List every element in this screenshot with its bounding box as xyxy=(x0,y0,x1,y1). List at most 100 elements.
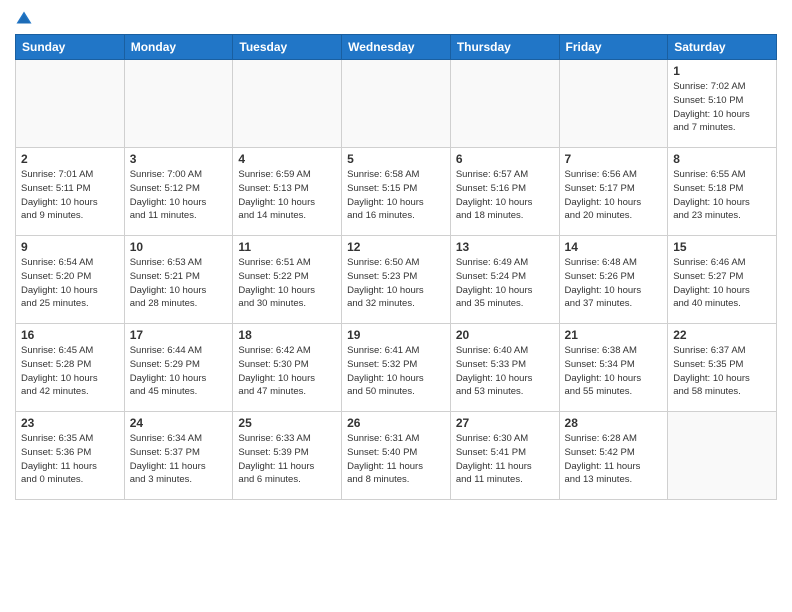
day-number: 22 xyxy=(673,328,771,342)
calendar-cell: 27 Sunrise: 6:30 AM Sunset: 5:41 PM Dayli… xyxy=(450,412,559,500)
day-number: 11 xyxy=(238,240,336,254)
calendar-cell: 10 Sunrise: 6:53 AM Sunset: 5:21 PM Dayli… xyxy=(124,236,233,324)
day-info: Sunrise: 6:42 AM Sunset: 5:30 PM Dayligh… xyxy=(238,344,336,399)
week-row-5: 23 Sunrise: 6:35 AM Sunset: 5:36 PM Dayli… xyxy=(16,412,777,500)
logo xyxy=(15,10,37,28)
day-info: Sunrise: 6:57 AM Sunset: 5:16 PM Dayligh… xyxy=(456,168,554,223)
calendar-cell: 15 Sunrise: 6:46 AM Sunset: 5:27 PM Dayli… xyxy=(668,236,777,324)
day-number: 9 xyxy=(21,240,119,254)
calendar-cell xyxy=(342,60,451,148)
calendar-cell: 26 Sunrise: 6:31 AM Sunset: 5:40 PM Dayli… xyxy=(342,412,451,500)
day-info: Sunrise: 6:34 AM Sunset: 5:37 PM Dayligh… xyxy=(130,432,228,487)
day-info: Sunrise: 6:37 AM Sunset: 5:35 PM Dayligh… xyxy=(673,344,771,399)
day-number: 27 xyxy=(456,416,554,430)
weekday-header-tuesday: Tuesday xyxy=(233,35,342,60)
day-info: Sunrise: 6:53 AM Sunset: 5:21 PM Dayligh… xyxy=(130,256,228,311)
calendar-cell: 13 Sunrise: 6:49 AM Sunset: 5:24 PM Dayli… xyxy=(450,236,559,324)
day-info: Sunrise: 6:41 AM Sunset: 5:32 PM Dayligh… xyxy=(347,344,445,399)
calendar-cell xyxy=(559,60,668,148)
week-row-1: 1 Sunrise: 7:02 AM Sunset: 5:10 PM Daylig… xyxy=(16,60,777,148)
day-number: 19 xyxy=(347,328,445,342)
calendar-cell: 12 Sunrise: 6:50 AM Sunset: 5:23 PM Dayli… xyxy=(342,236,451,324)
day-info: Sunrise: 6:46 AM Sunset: 5:27 PM Dayligh… xyxy=(673,256,771,311)
day-number: 17 xyxy=(130,328,228,342)
day-info: Sunrise: 6:56 AM Sunset: 5:17 PM Dayligh… xyxy=(565,168,663,223)
calendar-cell: 3Sunrise: 7:00 AM Sunset: 5:12 PM Daylig… xyxy=(124,148,233,236)
day-number: 25 xyxy=(238,416,336,430)
day-number: 12 xyxy=(347,240,445,254)
weekday-header-thursday: Thursday xyxy=(450,35,559,60)
day-info: Sunrise: 6:31 AM Sunset: 5:40 PM Dayligh… xyxy=(347,432,445,487)
day-info: Sunrise: 6:44 AM Sunset: 5:29 PM Dayligh… xyxy=(130,344,228,399)
calendar-cell: 6 Sunrise: 6:57 AM Sunset: 5:16 PM Daylig… xyxy=(450,148,559,236)
calendar-cell: 9 Sunrise: 6:54 AM Sunset: 5:20 PM Daylig… xyxy=(16,236,125,324)
day-number: 20 xyxy=(456,328,554,342)
calendar-table: SundayMondayTuesdayWednesdayThursdayFrid… xyxy=(15,34,777,500)
day-number: 18 xyxy=(238,328,336,342)
calendar-cell: 4 Sunrise: 6:59 AM Sunset: 5:13 PM Daylig… xyxy=(233,148,342,236)
calendar-cell: 22 Sunrise: 6:37 AM Sunset: 5:35 PM Dayli… xyxy=(668,324,777,412)
day-info: Sunrise: 6:45 AM Sunset: 5:28 PM Dayligh… xyxy=(21,344,119,399)
calendar-cell: 16 Sunrise: 6:45 AM Sunset: 5:28 PM Dayli… xyxy=(16,324,125,412)
day-info: Sunrise: 6:58 AM Sunset: 5:15 PM Dayligh… xyxy=(347,168,445,223)
day-info: Sunrise: 6:59 AM Sunset: 5:13 PM Dayligh… xyxy=(238,168,336,223)
calendar-cell: 7 Sunrise: 6:56 AM Sunset: 5:17 PM Daylig… xyxy=(559,148,668,236)
day-number: 21 xyxy=(565,328,663,342)
calendar-cell: 23 Sunrise: 6:35 AM Sunset: 5:36 PM Dayli… xyxy=(16,412,125,500)
day-info: Sunrise: 6:38 AM Sunset: 5:34 PM Dayligh… xyxy=(565,344,663,399)
day-number: 1 xyxy=(673,64,771,78)
day-info: Sunrise: 6:50 AM Sunset: 5:23 PM Dayligh… xyxy=(347,256,445,311)
calendar-cell xyxy=(233,60,342,148)
day-number: 8 xyxy=(673,152,771,166)
calendar-cell: 11 Sunrise: 6:51 AM Sunset: 5:22 PM Dayli… xyxy=(233,236,342,324)
day-info: Sunrise: 6:54 AM Sunset: 5:20 PM Dayligh… xyxy=(21,256,119,311)
day-info: Sunrise: 7:02 AM Sunset: 5:10 PM Dayligh… xyxy=(673,80,771,135)
weekday-header-friday: Friday xyxy=(559,35,668,60)
calendar-cell: 8 Sunrise: 6:55 AM Sunset: 5:18 PM Daylig… xyxy=(668,148,777,236)
week-row-4: 16 Sunrise: 6:45 AM Sunset: 5:28 PM Dayli… xyxy=(16,324,777,412)
day-number: 13 xyxy=(456,240,554,254)
day-info: Sunrise: 6:28 AM Sunset: 5:42 PM Dayligh… xyxy=(565,432,663,487)
day-number: 26 xyxy=(347,416,445,430)
calendar-cell: 18 Sunrise: 6:42 AM Sunset: 5:30 PM Dayli… xyxy=(233,324,342,412)
calendar-cell xyxy=(450,60,559,148)
day-info: Sunrise: 6:40 AM Sunset: 5:33 PM Dayligh… xyxy=(456,344,554,399)
day-number: 10 xyxy=(130,240,228,254)
weekday-header-row: SundayMondayTuesdayWednesdayThursdayFrid… xyxy=(16,35,777,60)
calendar-cell: 20 Sunrise: 6:40 AM Sunset: 5:33 PM Dayli… xyxy=(450,324,559,412)
day-number: 5 xyxy=(347,152,445,166)
day-number: 3 xyxy=(130,152,228,166)
calendar-cell xyxy=(668,412,777,500)
header xyxy=(15,10,777,28)
week-row-3: 9 Sunrise: 6:54 AM Sunset: 5:20 PM Daylig… xyxy=(16,236,777,324)
calendar-cell: 14Sunrise: 6:48 AM Sunset: 5:26 PM Dayli… xyxy=(559,236,668,324)
day-info: Sunrise: 6:51 AM Sunset: 5:22 PM Dayligh… xyxy=(238,256,336,311)
weekday-header-saturday: Saturday xyxy=(668,35,777,60)
day-info: Sunrise: 6:30 AM Sunset: 5:41 PM Dayligh… xyxy=(456,432,554,487)
calendar-cell xyxy=(16,60,125,148)
day-info: Sunrise: 6:55 AM Sunset: 5:18 PM Dayligh… xyxy=(673,168,771,223)
weekday-header-sunday: Sunday xyxy=(16,35,125,60)
day-info: Sunrise: 7:01 AM Sunset: 5:11 PM Dayligh… xyxy=(21,168,119,223)
calendar-cell: 2 Sunrise: 7:01 AM Sunset: 5:11 PM Daylig… xyxy=(16,148,125,236)
weekday-header-monday: Monday xyxy=(124,35,233,60)
calendar-cell: 21 Sunrise: 6:38 AM Sunset: 5:34 PM Dayli… xyxy=(559,324,668,412)
day-number: 6 xyxy=(456,152,554,166)
day-number: 23 xyxy=(21,416,119,430)
day-number: 4 xyxy=(238,152,336,166)
day-number: 16 xyxy=(21,328,119,342)
day-info: Sunrise: 6:49 AM Sunset: 5:24 PM Dayligh… xyxy=(456,256,554,311)
calendar-cell: 5 Sunrise: 6:58 AM Sunset: 5:15 PM Daylig… xyxy=(342,148,451,236)
calendar-cell xyxy=(124,60,233,148)
day-number: 14 xyxy=(565,240,663,254)
calendar-cell: 24 Sunrise: 6:34 AM Sunset: 5:37 PM Dayli… xyxy=(124,412,233,500)
day-number: 24 xyxy=(130,416,228,430)
calendar-cell: 17 Sunrise: 6:44 AM Sunset: 5:29 PM Dayli… xyxy=(124,324,233,412)
day-number: 2 xyxy=(21,152,119,166)
day-info: Sunrise: 6:35 AM Sunset: 5:36 PM Dayligh… xyxy=(21,432,119,487)
week-row-2: 2 Sunrise: 7:01 AM Sunset: 5:11 PM Daylig… xyxy=(16,148,777,236)
logo-icon xyxy=(15,10,33,28)
day-number: 7 xyxy=(565,152,663,166)
calendar-cell: 1 Sunrise: 7:02 AM Sunset: 5:10 PM Daylig… xyxy=(668,60,777,148)
day-number: 15 xyxy=(673,240,771,254)
